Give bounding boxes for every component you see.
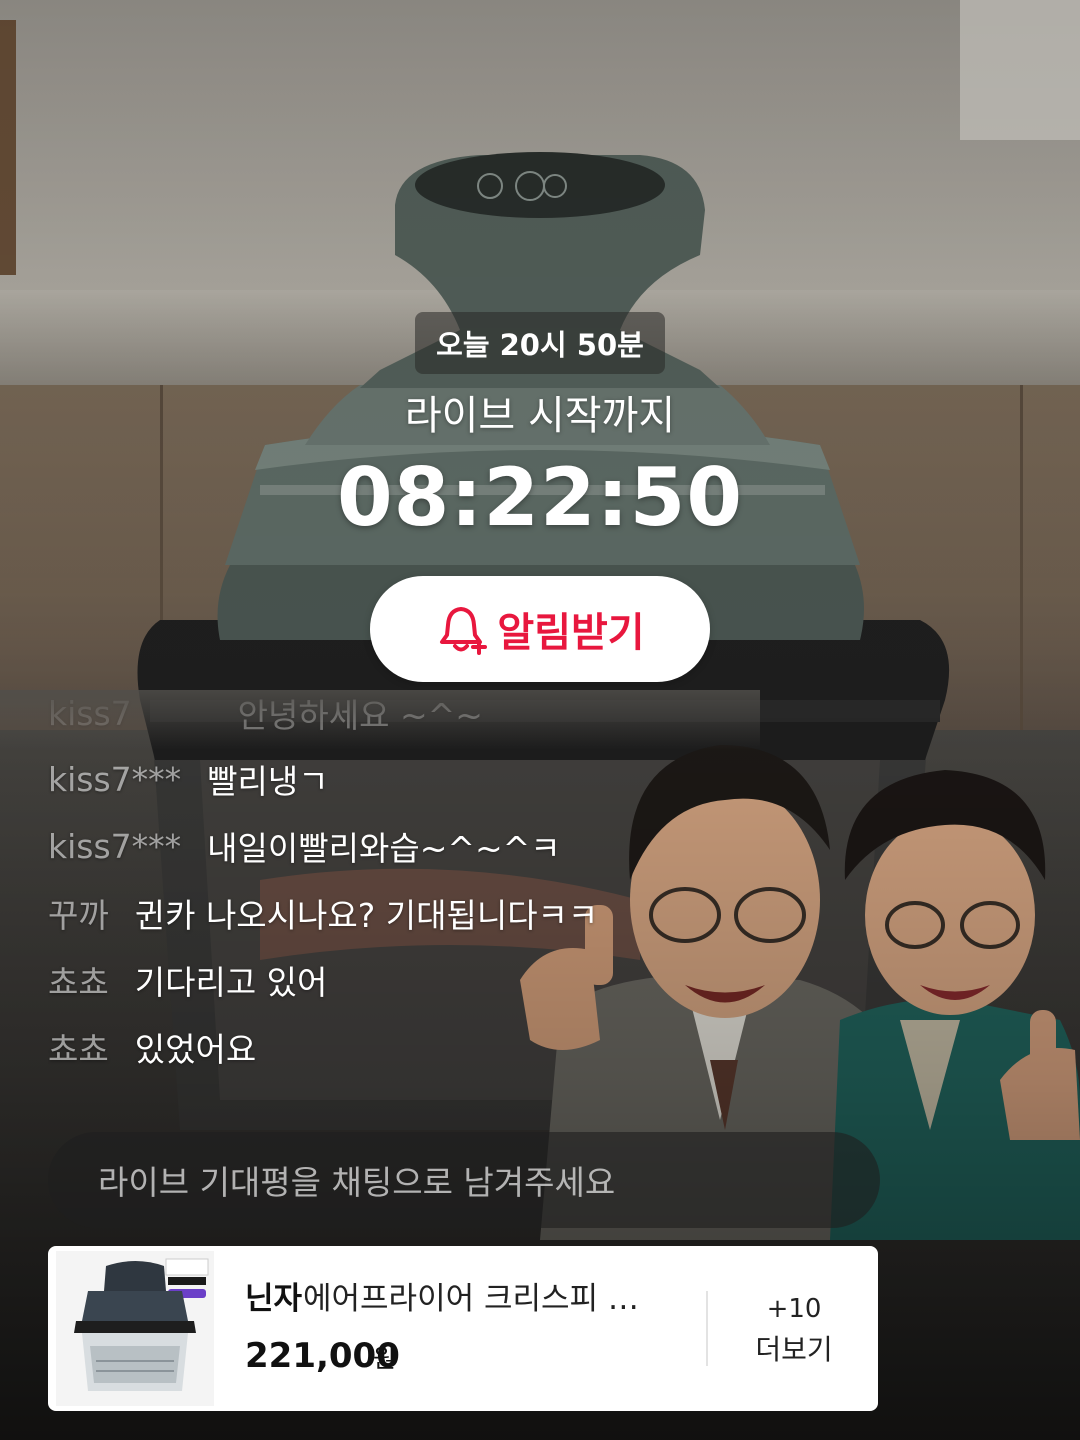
live-date-text: 오늘 20시 50분: [436, 328, 644, 362]
product-thumbnail: [56, 1251, 214, 1406]
chat-text: 기다리고 있어: [134, 963, 328, 1002]
chat-message: 쵸쵸 있었어요: [48, 1022, 256, 1072]
chat-input[interactable]: 라이브 기대평을 채팅으로 남겨주세요: [48, 1132, 880, 1228]
chat-list: kiss7 안녕하세요 ~^~ kiss7*** 빨리냉ㄱ kiss7*** 내…: [48, 690, 748, 1090]
chat-text: 빨리냉ㄱ: [207, 762, 329, 801]
card-divider: [706, 1291, 708, 1366]
chat-username: kiss7***: [48, 826, 182, 866]
live-preview-screen: 오늘 20시 50분 라이브 시작까지 08:22:50 알림받기 kiss7 …: [0, 0, 1080, 1440]
chat-text: 있었어요: [134, 1030, 257, 1069]
notify-button-label: 알림받기: [497, 610, 645, 656]
chat-message: 쵸쵸 기다리고 있어: [48, 955, 327, 1005]
chat-message: 꾸까 귄카 나오시나요? 기대됩니다ㅋㅋ: [48, 888, 598, 938]
countdown-timer: 08:22:50: [337, 451, 743, 544]
chat-message: kiss7*** 빨리냉ㄱ: [48, 754, 329, 804]
chat-username: kiss7***: [48, 759, 182, 799]
bell-plus-icon: [440, 607, 488, 655]
chat-message: kiss7 안녕하세요 ~^~: [48, 690, 483, 738]
product-card[interactable]: 닌자 에어프라이어 크리스피 올인... 221,000 원 +10 더보기: [48, 1246, 878, 1411]
chat-text: 내일이빨리와습~^~^ㅋ: [207, 829, 561, 868]
product-currency: 원: [373, 1344, 397, 1373]
more-products-button[interactable]: 더보기: [710, 1330, 878, 1370]
product-name: 에어프라이어 크리스피 올인...: [303, 1281, 663, 1317]
until-live-label: 라이브 시작까지: [404, 393, 676, 439]
chat-username: 쵸쵸: [48, 963, 109, 1002]
chat-text: 안녕하세요 ~^~: [237, 696, 483, 735]
chat-username: kiss7: [48, 693, 132, 733]
live-date-badge: 오늘 20시 50분: [415, 312, 665, 374]
product-brand: 닌자: [245, 1281, 303, 1317]
notify-button[interactable]: 알림받기: [370, 576, 710, 682]
chat-username: 쵸쵸: [48, 1030, 109, 1069]
chat-username: 꾸까: [48, 896, 109, 935]
chat-input-placeholder: 라이브 기대평을 채팅으로 남겨주세요: [98, 1163, 616, 1202]
chat-text: 귄카 나오시나요? 기대됩니다ㅋㅋ: [134, 896, 599, 935]
more-products-count[interactable]: +10: [710, 1291, 878, 1327]
chat-message: kiss7*** 내일이빨리와습~^~^ㅋ: [48, 821, 561, 871]
